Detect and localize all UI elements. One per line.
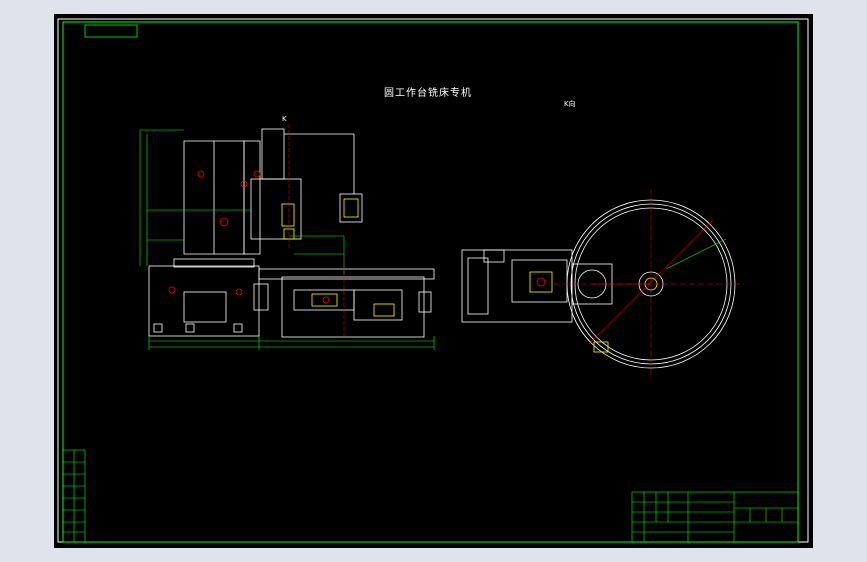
inner-frame <box>62 21 799 543</box>
front-view <box>148 128 435 338</box>
plan-view-dimensions <box>665 238 727 270</box>
front-view-centerlines <box>288 124 345 339</box>
drawing-title: 圆工作台铣床专机 <box>384 88 472 99</box>
drawing-code-box <box>84 24 138 38</box>
view-label: K向 <box>564 100 576 108</box>
plan-view-centerlines <box>554 189 744 379</box>
view-arrow-label: K <box>282 115 287 123</box>
revision-strip <box>62 449 86 543</box>
drawing-canvas[interactable]: 圆工作台铣床专机 K向 K <box>54 14 813 548</box>
title-block <box>631 491 799 543</box>
